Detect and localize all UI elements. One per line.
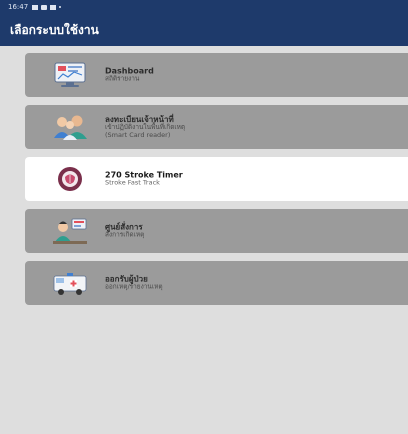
menu-item-text: ออกรับผู้ป่วย ออกเหตุ/รายงานเหตุ bbox=[105, 275, 163, 292]
menu-item-subtitle: สถิติรายงาน bbox=[105, 74, 140, 83]
message-icon bbox=[41, 4, 48, 10]
app-bar: เลือกระบบใช้งาน bbox=[0, 14, 408, 46]
monitor-dashboard-icon bbox=[50, 60, 90, 90]
image-icon bbox=[32, 4, 39, 10]
command-center-icon bbox=[50, 216, 90, 246]
dot-icon bbox=[59, 6, 62, 8]
menu-list: Dashboard สถิติรายงาน ลงทะเบียนเจ้าหน้าท… bbox=[0, 46, 408, 434]
stroke-timer-icon bbox=[50, 164, 90, 194]
menu-item-subtitle: ออกเหตุ/รายงานเหตุ bbox=[105, 282, 163, 291]
status-time: 16:47 bbox=[8, 3, 29, 11]
menu-item-text: ลงทะเบียนเจ้าหน้าที่ เข้าปฏิบัติงานในพื้… bbox=[105, 115, 185, 139]
menu-item-text: ศูนย์สั่งการ สั่งการเกิดเหตุ bbox=[105, 223, 144, 240]
page-title: เลือกระบบใช้งาน bbox=[10, 22, 99, 37]
ambulance-icon bbox=[50, 268, 90, 298]
menu-item-ambulance[interactable]: ออกรับผู้ป่วย ออกเหตุ/รายงานเหตุ bbox=[25, 261, 408, 305]
menu-item-text: 270 Stroke Timer Stroke Fast Track bbox=[105, 171, 183, 188]
menu-item-command-center[interactable]: ศูนย์สั่งการ สั่งการเกิดเหตุ bbox=[25, 209, 408, 253]
menu-item-subtitle: สั่งการเกิดเหตุ bbox=[105, 230, 145, 239]
staff-registration-icon bbox=[50, 112, 90, 142]
menu-item-staff-registration[interactable]: ลงทะเบียนเจ้าหน้าที่ เข้าปฏิบัติงานในพื้… bbox=[25, 105, 408, 149]
menu-item-dashboard[interactable]: Dashboard สถิติรายงาน bbox=[25, 53, 408, 97]
menu-item-subtitle-note: (Smart Card reader) bbox=[105, 130, 171, 139]
status-icons bbox=[32, 4, 62, 10]
menu-item-subtitle: Stroke Fast Track bbox=[105, 178, 160, 187]
media-icon bbox=[50, 4, 57, 10]
menu-item-stroke-timer[interactable]: 270 Stroke Timer Stroke Fast Track bbox=[25, 157, 408, 201]
menu-item-text: Dashboard สถิติรายงาน bbox=[105, 67, 154, 84]
status-bar: 16:47 bbox=[0, 0, 408, 14]
